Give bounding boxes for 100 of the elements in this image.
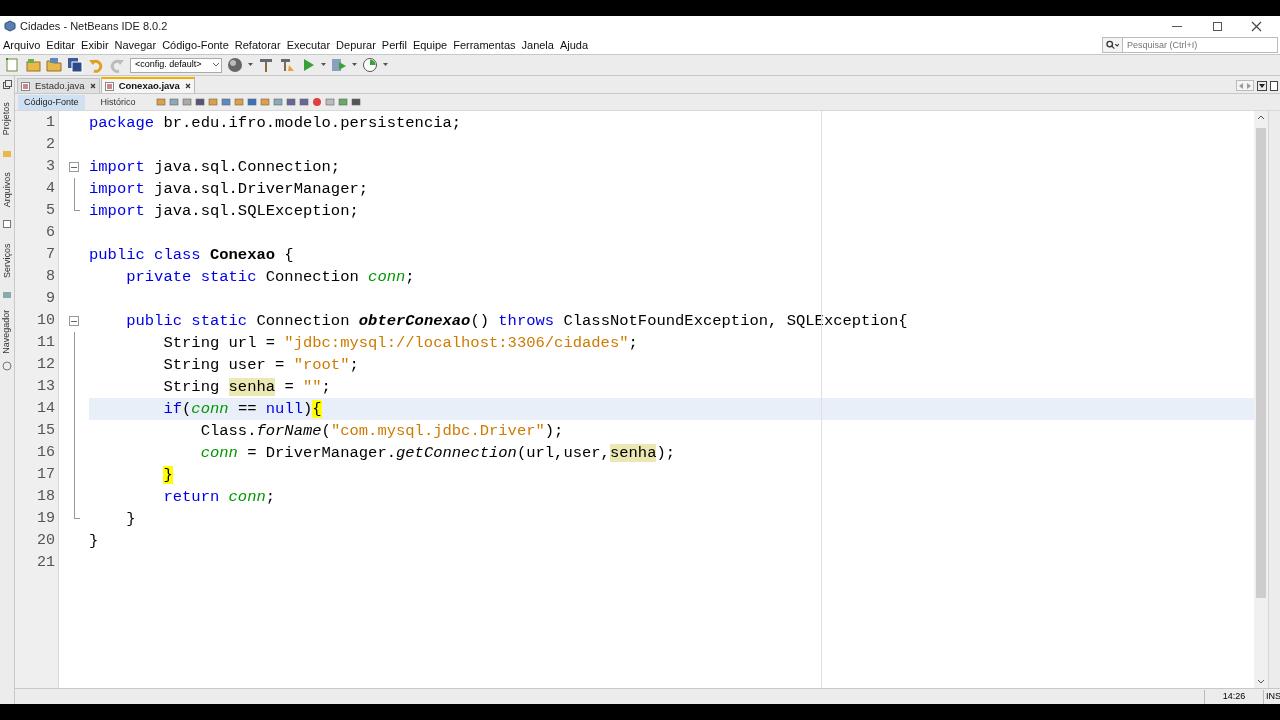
close-icon[interactable]	[89, 83, 96, 89]
caret-icon[interactable]	[321, 63, 326, 67]
code-line: private static Connection conn;	[125, 267, 416, 288]
config-dropdown[interactable]: <config. default>	[130, 57, 222, 73]
folder-icon[interactable]	[46, 57, 62, 73]
close-icon[interactable]	[184, 83, 191, 89]
side-panel-tab[interactable]: Serviços	[0, 243, 14, 279]
java-file-icon	[21, 81, 30, 91]
panel-icon	[2, 290, 12, 300]
line-number: 8	[46, 268, 55, 285]
search-field[interactable]: Pesquisar (Ctrl+I)	[1122, 37, 1278, 53]
save-all-icon[interactable]	[67, 57, 83, 73]
view-tab[interactable]: Código-Fonte	[18, 94, 85, 110]
scrollbar-thumb[interactable]	[1256, 128, 1266, 598]
caret-icon	[1259, 83, 1265, 88]
line-number: 12	[37, 356, 55, 373]
hammer-icon[interactable]	[258, 57, 274, 73]
line-number: 16	[37, 444, 55, 461]
menu-item[interactable]: Arquivo	[0, 36, 44, 54]
code-line: conn = DriverManager.getConnection(url,user,senha);	[199, 443, 677, 464]
documents-menu-button[interactable]	[1257, 80, 1267, 91]
breakpoint-icon[interactable]	[311, 97, 322, 107]
menu-item[interactable]: Refatorar	[231, 36, 284, 54]
line-number: 15	[37, 422, 55, 439]
app-icon	[4, 20, 16, 32]
line-number: 3	[46, 158, 55, 175]
line-number: 19	[37, 510, 55, 527]
menu-item[interactable]: Depurar	[333, 36, 379, 54]
insert-mode: INS	[1265, 689, 1280, 703]
editor-tool-icon[interactable]	[233, 97, 244, 107]
clean-build-icon[interactable]	[279, 57, 295, 73]
line-number: 17	[37, 466, 55, 483]
code-line: import java.sql.SQLException;	[89, 201, 360, 222]
panel-icon	[2, 219, 12, 229]
scrollbar[interactable]	[1254, 111, 1268, 688]
caret-icon[interactable]	[383, 63, 388, 67]
editor-tool-icon[interactable]	[220, 97, 231, 107]
menu-item[interactable]: Executar	[283, 36, 334, 54]
editor-tool-icon[interactable]	[285, 97, 296, 107]
cursor-position: 14:26	[1221, 689, 1247, 703]
code-line: String user = "root";	[162, 355, 360, 376]
code-line: package br.edu.ifro.modelo.persistencia;	[89, 113, 463, 134]
code-line: import java.sql.Connection;	[89, 157, 342, 178]
editor-tool-icon[interactable]	[350, 97, 361, 107]
line-number: 20	[37, 532, 55, 549]
menu-item[interactable]: Navegar	[111, 36, 160, 54]
side-panel-tab[interactable]: Navegador	[0, 310, 14, 354]
file-tab[interactable]: Estado.java	[17, 78, 100, 93]
code-line: }	[125, 509, 137, 530]
editor-tool-icon[interactable]	[246, 97, 257, 107]
code-line: return conn;	[162, 487, 277, 508]
window-icon[interactable]	[2, 80, 12, 89]
caret-icon[interactable]	[248, 63, 253, 67]
menu-item[interactable]: Perfil	[378, 36, 410, 54]
globe-icon[interactable]	[227, 57, 243, 73]
view-tab[interactable]: Histórico	[94, 94, 142, 110]
line-number: 21	[37, 554, 55, 571]
editor-tool-icon[interactable]	[337, 97, 348, 107]
panel-icon	[2, 361, 12, 371]
editor-tool-icon[interactable]	[194, 97, 205, 107]
side-panel-tab[interactable]: Arquivos	[0, 172, 14, 208]
editor-tool-icon[interactable]	[181, 97, 192, 107]
code-line: public class Conexao {	[89, 245, 295, 266]
line-number: 4	[46, 180, 55, 197]
editor-tool-icon[interactable]	[155, 97, 166, 107]
menu-item[interactable]: Editar	[43, 36, 79, 54]
close-icon[interactable]	[1251, 20, 1262, 32]
fold-toggle[interactable]	[69, 162, 79, 172]
menu-item[interactable]: Equipe	[409, 36, 451, 54]
editor-tool-icon[interactable]	[168, 97, 179, 107]
maximize-button[interactable]	[1270, 80, 1278, 91]
debug-icon[interactable]	[331, 57, 347, 73]
menu-item[interactable]: Código-Fonte	[159, 36, 232, 54]
code-line: String url = "jdbc:mysql://localhost:3306/cidades";	[162, 333, 639, 354]
editor-tool-icon[interactable]	[207, 97, 218, 107]
menu-item[interactable]: Janela	[518, 36, 557, 54]
side-panel-tab[interactable]: Projetos	[0, 102, 14, 136]
line-number: 10	[37, 312, 55, 329]
line-number: 5	[46, 202, 55, 219]
fold-toggle[interactable]	[69, 316, 79, 326]
code-line: }	[89, 531, 100, 552]
editor-tool-icon[interactable]	[259, 97, 270, 107]
file-tab[interactable]: Conexao.java	[100, 77, 195, 93]
menu-item[interactable]: Exibir	[78, 36, 112, 54]
code-line: String senha = "";	[162, 377, 332, 398]
caret-icon[interactable]	[352, 63, 357, 67]
code-line: import java.sql.DriverManager;	[89, 179, 370, 200]
editor-tool-icon[interactable]	[298, 97, 309, 107]
line-number: 9	[46, 290, 55, 307]
new-file-icon[interactable]	[4, 57, 20, 73]
line-number: 11	[37, 334, 55, 351]
search-icon[interactable]	[1102, 37, 1122, 53]
editor-tool-icon[interactable]	[324, 97, 335, 107]
panel-icon	[2, 148, 12, 158]
menu-item[interactable]: Ajuda	[556, 36, 592, 54]
left-arrow-icon	[1239, 82, 1243, 89]
line-number: 2	[46, 136, 55, 153]
profile-icon[interactable]	[362, 57, 378, 73]
menu-item[interactable]: Ferramentas	[450, 36, 519, 54]
editor-tool-icon[interactable]	[272, 97, 283, 107]
